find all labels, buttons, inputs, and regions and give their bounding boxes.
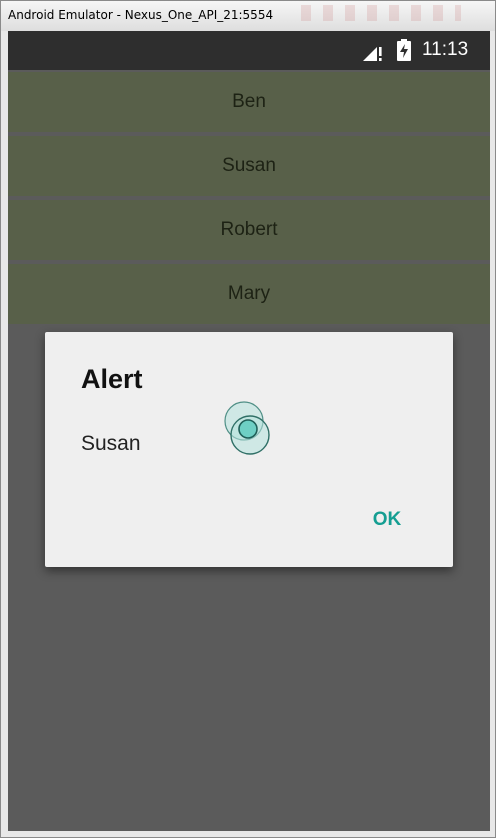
window-titlebar[interactable]: Android Emulator - Nexus_One_API_21:5554 <box>1 1 495 31</box>
signal-no-data-icon <box>363 47 382 61</box>
titlebar-background-decoration <box>301 5 461 21</box>
list-item-mary[interactable]: Mary <box>8 264 490 324</box>
list-item-robert[interactable]: Robert <box>8 200 490 260</box>
window-title: Android Emulator - Nexus_One_API_21:5554 <box>8 8 274 22</box>
dialog-message: Susan <box>81 432 141 455</box>
battery-charging-icon <box>397 39 411 61</box>
dialog-title: Alert <box>81 364 143 394</box>
list-item-label: Mary <box>227 283 271 304</box>
list-item-susan[interactable]: Susan <box>8 136 490 196</box>
status-bar: 11:13 <box>8 31 490 70</box>
status-bar-clock: 11:13 <box>422 39 469 60</box>
list-item-ben[interactable]: Ben <box>8 72 490 132</box>
emulator-window: Android Emulator - Nexus_One_API_21:5554… <box>0 0 496 838</box>
ok-button[interactable]: OK <box>355 502 419 538</box>
list-item-label: Susan <box>222 155 276 176</box>
device-screen: 11:13 Ben Susan Robert Mary Alert Susan … <box>8 31 490 831</box>
list-item-label: Robert <box>220 219 278 240</box>
touch-indicator-icon <box>224 401 270 455</box>
list-item-label: Ben <box>232 91 266 112</box>
